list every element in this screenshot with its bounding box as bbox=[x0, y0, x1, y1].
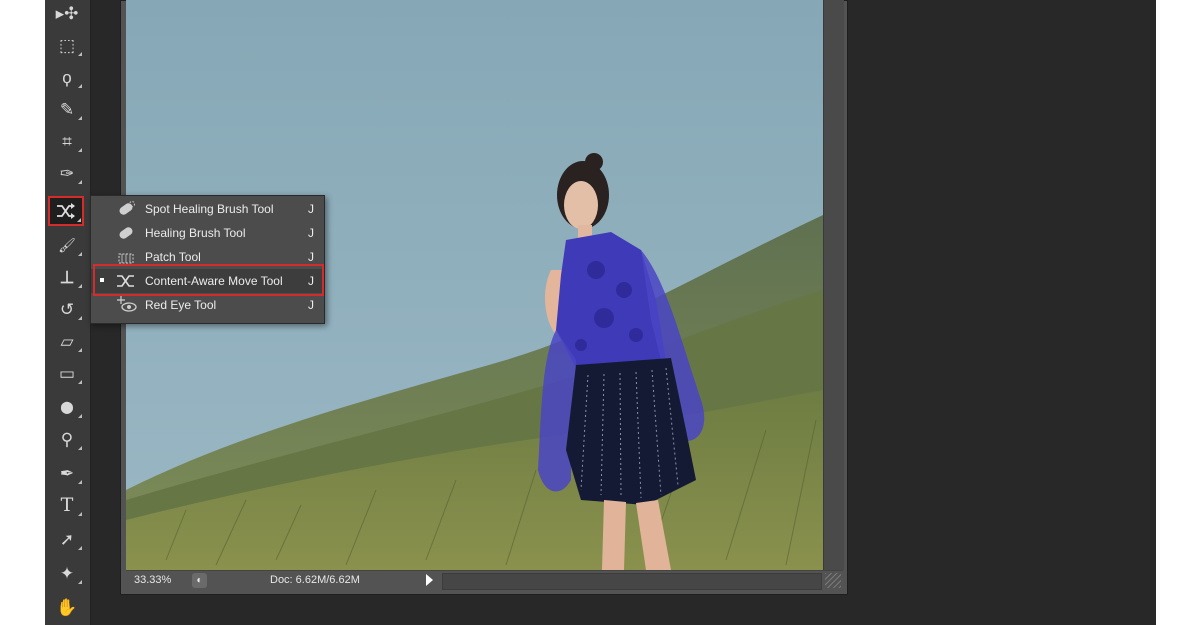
flyout-item-shortcut: J bbox=[308, 202, 314, 216]
content-aware-move-icon bbox=[57, 203, 75, 219]
history-brush-icon: ↺ bbox=[59, 299, 75, 319]
path-selection-icon: ➚ bbox=[59, 529, 75, 549]
document-profile-icon[interactable]: ◐ bbox=[192, 573, 207, 588]
custom-shape-icon: ✦ bbox=[59, 563, 75, 583]
type-tool[interactable]: T bbox=[51, 492, 83, 518]
content-aware-move-tool[interactable] bbox=[48, 196, 84, 226]
spot-healing-brush-icon bbox=[119, 201, 135, 215]
red-eye-icon bbox=[117, 296, 137, 312]
path-selection-tool[interactable]: ➚ bbox=[51, 526, 83, 552]
rectangular-marquee-icon: ⬚ bbox=[58, 35, 76, 55]
flyout-item-label: Patch Tool bbox=[145, 250, 201, 264]
flyout-item-label: Spot Healing Brush Tool bbox=[145, 202, 274, 216]
move-icon: ▸✣ bbox=[55, 3, 79, 23]
crop-icon: ⌗ bbox=[62, 131, 72, 151]
pen-tool[interactable]: ✒ bbox=[51, 460, 83, 486]
clone-stamp-tool[interactable]: ⊥ bbox=[51, 264, 83, 290]
gradient-icon: ▭ bbox=[58, 363, 76, 383]
flyout-item-healing-brush[interactable]: Healing Brush Tool J bbox=[91, 221, 324, 245]
flyout-item-red-eye[interactable]: Red Eye Tool J bbox=[91, 293, 324, 317]
quick-selection-icon: ✎ bbox=[59, 99, 75, 119]
blur-tool[interactable]: ⬤ bbox=[51, 394, 83, 420]
flyout-item-label: Red Eye Tool bbox=[145, 298, 217, 312]
lasso-icon: ϙ bbox=[62, 67, 72, 87]
type-icon: T bbox=[60, 493, 74, 516]
eyedropper-tool[interactable]: ✑ bbox=[51, 160, 83, 186]
blur-drop-icon: ⬤ bbox=[60, 400, 74, 414]
crop-tool[interactable]: ⌗ bbox=[51, 128, 83, 154]
flyout-item-label: Healing Brush Tool bbox=[145, 226, 246, 240]
zoom-level[interactable]: 33.33% bbox=[134, 574, 171, 586]
pen-icon: ✒ bbox=[59, 463, 75, 483]
healing-tools-flyout: Spot Healing Brush Tool J Healing Brush … bbox=[90, 195, 325, 324]
vertical-scrollbar[interactable] bbox=[823, 0, 844, 570]
gradient-tool[interactable]: ▭ bbox=[51, 360, 83, 386]
healing-brush-icon bbox=[119, 227, 133, 239]
flyout-item-shortcut: J bbox=[308, 226, 314, 240]
marquee-tool[interactable]: ⬚ bbox=[51, 32, 83, 58]
brush-tool[interactable]: 🖌 bbox=[51, 232, 83, 258]
flyout-item-spot-healing-brush[interactable]: Spot Healing Brush Tool J bbox=[91, 197, 324, 221]
hand-icon: ✋ bbox=[56, 597, 78, 617]
stamp-icon: ⊥ bbox=[59, 267, 75, 287]
history-brush-tool[interactable]: ↺ bbox=[51, 296, 83, 322]
eyedropper-icon: ✑ bbox=[59, 163, 75, 183]
lasso-tool[interactable]: ϙ bbox=[51, 64, 83, 90]
flyout-item-shortcut: J bbox=[308, 298, 314, 312]
content-aware-move-highlight bbox=[93, 264, 324, 296]
flyout-item-shortcut: J bbox=[308, 250, 314, 264]
move-tool[interactable]: ▸✣ bbox=[51, 0, 83, 26]
dodge-tool[interactable]: ⚲ bbox=[51, 426, 83, 452]
horizontal-scrollbar[interactable] bbox=[442, 573, 822, 590]
eraser-tool[interactable]: ▱ bbox=[51, 328, 83, 354]
eraser-icon: ▱ bbox=[60, 331, 74, 351]
quick-selection-tool[interactable]: ✎ bbox=[51, 96, 83, 122]
resize-grip-icon[interactable] bbox=[825, 573, 841, 588]
status-bar: 33.33% ◐ Doc: 6.62M/6.62M bbox=[126, 570, 843, 591]
tools-panel: ▸✣ ⬚ ϙ ✎ ⌗ ✑ 🖌 ⊥ ↺ ▱ ▭ ⬤ ⚲ ✒ T ➚ ✦ ✋ bbox=[45, 0, 91, 625]
hand-tool[interactable]: ✋ bbox=[51, 594, 83, 620]
custom-shape-tool[interactable]: ✦ bbox=[51, 560, 83, 586]
doc-size-info: Doc: 6.62M/6.62M bbox=[270, 574, 360, 586]
brush-icon: 🖌 bbox=[58, 237, 76, 253]
status-menu-arrow-icon[interactable] bbox=[426, 574, 433, 586]
dodge-icon: ⚲ bbox=[60, 429, 74, 449]
